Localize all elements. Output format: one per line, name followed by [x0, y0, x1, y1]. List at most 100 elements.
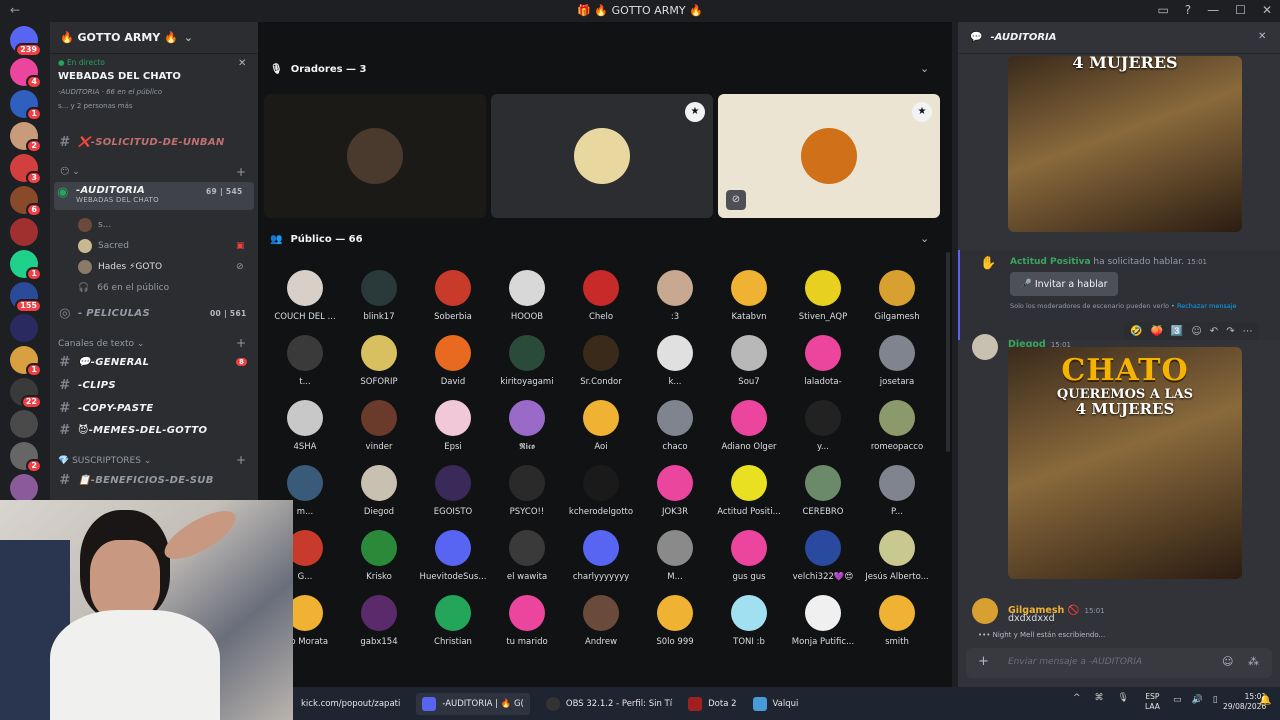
- channel-general[interactable]: # 💬-GENERAL 8: [56, 352, 252, 372]
- server-icon[interactable]: 2: [10, 122, 42, 153]
- audience-member[interactable]: SOFORIP: [342, 335, 416, 399]
- audience-member[interactable]: kiritoyagami: [490, 335, 564, 399]
- audience-member[interactable]: JOK3R: [638, 465, 712, 529]
- speaker-tile[interactable]: [264, 94, 486, 218]
- audience-member[interactable]: velchi322💜😍: [786, 530, 860, 594]
- scrollbar[interactable]: [946, 252, 950, 452]
- audience-member[interactable]: HuevitodeSus...: [416, 530, 490, 594]
- audience-member[interactable]: Katabvn: [712, 270, 786, 334]
- audience-member[interactable]: Epsi: [416, 400, 490, 464]
- server-icon[interactable]: 3: [10, 154, 42, 185]
- server-icon[interactable]: [10, 218, 38, 246]
- add-sub-channel-icon[interactable]: +: [236, 453, 246, 467]
- audience-member[interactable]: Soberbia: [416, 270, 490, 334]
- audience-member[interactable]: smith: [860, 595, 934, 659]
- notifications-icon[interactable]: 🔔: [1259, 695, 1271, 706]
- audience-member[interactable]: S0lo 999: [638, 595, 712, 659]
- volume-icon[interactable]: 🔊: [1192, 695, 1203, 705]
- audience-member[interactable]: blink17: [342, 270, 416, 334]
- audience-member[interactable]: TONI :b: [712, 595, 786, 659]
- chevron-up-icon[interactable]: ^: [1073, 693, 1081, 703]
- audience-member[interactable]: EGOISTO: [416, 465, 490, 529]
- reject-link[interactable]: Rechazar mensaje: [1177, 302, 1237, 310]
- audience-member[interactable]: HOOOB: [490, 270, 564, 334]
- server-header[interactable]: 🔥 GOTTO ARMY 🔥 ⌄ 👤: [50, 22, 300, 54]
- category-text-channels[interactable]: Canales de texto ⌄: [58, 339, 144, 349]
- language-indicator[interactable]: ESP LAA: [1145, 692, 1160, 712]
- audience-member[interactable]: 𝕽𝖎𝖈𝖔: [490, 400, 564, 464]
- public-header[interactable]: 👥 Público — 66: [270, 234, 363, 245]
- add-reaction-icon[interactable]: ☺: [1191, 326, 1201, 337]
- stage-channel-peliculas[interactable]: ◎ - PELICULAS 00 | 561: [56, 303, 252, 323]
- system-tray[interactable]: ^ ⌘ 🎙: [1073, 693, 1129, 703]
- audience-member[interactable]: el wawita: [490, 530, 564, 594]
- add-channel-icon[interactable]: +: [236, 165, 246, 179]
- stage-channel-auditoria[interactable]: ◉ -AUDITORIA WEBADAS DEL CHATO 69 | 545: [54, 182, 254, 210]
- close-window-icon[interactable]: ✕: [1262, 3, 1272, 17]
- invite-to-speak-button[interactable]: 🎤 Invitar a hablar: [1010, 272, 1118, 296]
- server-icon[interactable]: 155: [10, 282, 42, 313]
- more-icon[interactable]: ⋯: [1243, 326, 1253, 337]
- speakers-header[interactable]: 🎙 Oradores — 3: [270, 64, 367, 75]
- stage-user[interactable]: s...: [78, 216, 111, 234]
- inbox-icon[interactable]: ▭: [1157, 3, 1168, 17]
- category-emoji[interactable]: 😶 ⌄: [60, 167, 80, 177]
- audience-member[interactable]: David: [416, 335, 490, 399]
- battery-icon[interactable]: ▯: [1213, 695, 1218, 705]
- avatar[interactable]: [972, 334, 998, 360]
- audience-member[interactable]: tu marido: [490, 595, 564, 659]
- audience-member[interactable]: y...: [786, 400, 860, 464]
- image-attachment[interactable]: 4 MUJERES: [1008, 56, 1242, 232]
- add-text-channel-icon[interactable]: +: [236, 336, 246, 350]
- audience-member[interactable]: 4SHA: [268, 400, 342, 464]
- live-panel[interactable]: ● En directo WEBADAS DEL CHATO -AUDITORI…: [58, 58, 250, 110]
- collapse-public-icon[interactable]: ⌄: [920, 232, 929, 245]
- audience-member[interactable]: Sr.Condor: [564, 335, 638, 399]
- taskbar-item-valqui[interactable]: Valqui: [752, 696, 798, 711]
- image-attachment[interactable]: CHATO QUEREMOS A LAS 4 MUJERES: [1008, 347, 1242, 579]
- audience-member[interactable]: Krisko: [342, 530, 416, 594]
- server-icon[interactable]: 1: [10, 250, 42, 281]
- server-icon[interactable]: 1: [10, 346, 42, 377]
- audience-member[interactable]: PSYCO!!: [490, 465, 564, 529]
- server-icon[interactable]: 2: [10, 442, 42, 473]
- audience-member[interactable]: Monja Putific...: [786, 595, 860, 659]
- audience-member[interactable]: josetara: [860, 335, 934, 399]
- audience-member[interactable]: kcherodelgotto: [564, 465, 638, 529]
- taskbar-item-obs[interactable]: OBS 32.1.2 - Perfil: Sin Tí: [545, 696, 672, 711]
- audience-member[interactable]: gabx154: [342, 595, 416, 659]
- audience-member[interactable]: romeopacco: [860, 400, 934, 464]
- reaction-emoji[interactable]: 🤣: [1130, 326, 1142, 337]
- help-icon[interactable]: ?: [1185, 3, 1191, 17]
- audience-member[interactable]: P...: [860, 465, 934, 529]
- audience-member[interactable]: Adiano Olger: [712, 400, 786, 464]
- close-chat-icon[interactable]: ✕: [1258, 31, 1266, 42]
- audience-member[interactable]: M...: [638, 530, 712, 594]
- audience-member[interactable]: CEREBRO: [786, 465, 860, 529]
- server-icon[interactable]: 22: [10, 378, 42, 409]
- attach-icon[interactable]: +: [978, 654, 989, 669]
- minimize-icon[interactable]: —: [1207, 3, 1219, 17]
- taskbar-item[interactable]: kick.com/popout/zapati: [301, 699, 400, 709]
- stage-user[interactable]: Sacred ▣: [78, 237, 245, 255]
- audience-member[interactable]: t...: [268, 335, 342, 399]
- channel-solicitud-unban[interactable]: # ❌-SOLICITUD-DE-UNBAN: [56, 132, 252, 152]
- speaker-tile[interactable]: ★: [491, 94, 713, 218]
- server-icon[interactable]: 239: [10, 26, 42, 57]
- audience-member[interactable]: Jesús Alberto...: [860, 530, 934, 594]
- audience-member[interactable]: chaco: [638, 400, 712, 464]
- stage-user[interactable]: Hades ⚡GOTO ⊘: [78, 258, 244, 276]
- server-icon[interactable]: 1: [10, 90, 42, 121]
- reply-icon[interactable]: ↶: [1210, 326, 1218, 337]
- audience-count[interactable]: 🎧 66 en el público: [78, 279, 169, 297]
- server-icon[interactable]: [10, 474, 38, 502]
- server-icon[interactable]: [10, 314, 38, 342]
- reaction-emoji[interactable]: 3️⃣: [1171, 326, 1183, 337]
- channel-clips[interactable]: # -CLIPS: [56, 375, 252, 395]
- display-icon[interactable]: ▭: [1173, 695, 1182, 705]
- audience-member[interactable]: Christian: [416, 595, 490, 659]
- speaker-tile[interactable]: ★ ⊘: [718, 94, 940, 218]
- reaction-emoji[interactable]: 🍑: [1150, 326, 1162, 337]
- emoji-icon[interactable]: ☺: [1222, 655, 1233, 668]
- audience-member[interactable]: Diegod: [342, 465, 416, 529]
